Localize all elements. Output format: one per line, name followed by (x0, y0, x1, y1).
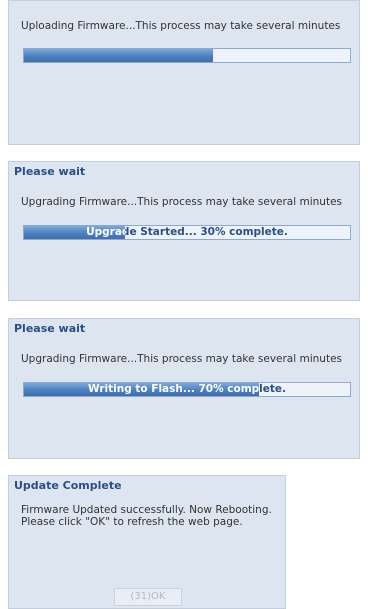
progress-label-overlay: Writing to Flash... 70% complete. (87, 383, 259, 395)
upload-progress-bar (23, 48, 351, 63)
update-complete-dialog: Update Complete Firmware Updated success… (8, 475, 286, 609)
upgrade-message: Upgrading Firmware...This process may ta… (21, 353, 343, 365)
upgrade-message: Upgrading Firmware...This process may ta… (21, 196, 343, 208)
upgrade-started-dialog: Please wait Upgrading Firmware...This pr… (8, 161, 360, 301)
upgrade-progress-bar: Upgrade Started... 30% complete. Upgrade… (23, 225, 351, 240)
dialog-title: Please wait (14, 322, 86, 335)
writing-flash-dialog: Please wait Upgrading Firmware...This pr… (8, 318, 360, 459)
dialog-title: Update Complete (14, 479, 122, 492)
progress-fill: Writing to Flash... 70% complete. (24, 383, 259, 396)
upload-message: Uploading Firmware...This process may ta… (21, 20, 341, 32)
progress-label-overlay: Upgrade Started... 30% complete. (86, 226, 125, 238)
complete-message: Firmware Updated successfully. Now Reboo… (21, 504, 272, 528)
upload-progress-fill (24, 49, 214, 62)
ok-button[interactable]: (31)OK (114, 588, 182, 606)
upload-dialog: Uploading Firmware...This process may ta… (8, 0, 360, 145)
progress-fill: Upgrade Started... 30% complete. (24, 226, 126, 239)
dialog-title: Please wait (14, 165, 86, 178)
flash-progress-bar: Writing to Flash... 70% complete. Writin… (23, 382, 351, 397)
